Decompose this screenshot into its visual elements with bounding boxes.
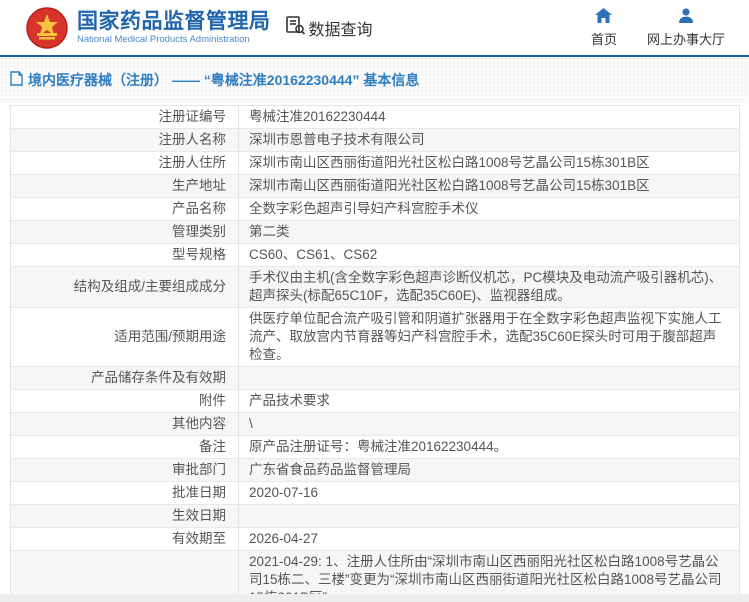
- document-icon: [10, 71, 23, 89]
- row-label-text: 批准日期: [172, 484, 226, 502]
- data-query-label: 数据查询: [309, 16, 373, 40]
- row-label-text: 管理类别: [172, 223, 226, 241]
- site-title-block: 国家药品监督管理局 National Medical Products Admi…: [77, 10, 271, 46]
- table-row: 有效期至 2026-04-27: [11, 528, 739, 551]
- row-label: 注册证编号: [11, 106, 239, 128]
- table-row: 生效日期: [11, 505, 739, 528]
- row-label-text: 适用范围/预期用途: [114, 328, 226, 346]
- row-label-text: 产品名称: [172, 200, 226, 218]
- row-label: 附件: [11, 390, 239, 412]
- row-value: [239, 367, 739, 389]
- row-label-text: 其他内容: [172, 415, 226, 433]
- row-label: 管理类别: [11, 221, 239, 243]
- row-label-text: 产品储存条件及有效期: [91, 369, 226, 387]
- bottom-strip: [0, 594, 749, 602]
- row-label: 适用范围/预期用途: [11, 308, 239, 366]
- row-label: 批准日期: [11, 482, 239, 504]
- row-label-text: 生效日期: [172, 507, 226, 525]
- row-label: 审批部门: [11, 459, 239, 481]
- row-value: \: [239, 413, 739, 435]
- nav-item-label: 首页: [591, 29, 617, 48]
- page: 国家药品监督管理局 National Medical Products Admi…: [0, 0, 749, 602]
- row-value: 第二类: [239, 221, 739, 243]
- table-row: 产品储存条件及有效期: [11, 367, 739, 390]
- table-row: 型号规格 CS60、CS61、CS62: [11, 244, 739, 267]
- row-label: 结构及组成/主要组成成分: [11, 267, 239, 307]
- row-value: 全数字彩色超声引导妇产科宫腔手术仪: [239, 198, 739, 220]
- nav-item-label: 网上办事大厅: [647, 29, 725, 48]
- row-label: 产品名称: [11, 198, 239, 220]
- row-label: 注册人住所: [11, 152, 239, 174]
- row-label: 生效日期: [11, 505, 239, 527]
- row-label: 备注: [11, 436, 239, 458]
- row-label-text: 型号规格: [172, 246, 226, 264]
- header: 国家药品监督管理局 National Medical Products Admi…: [0, 0, 749, 57]
- header-nav: 首页 网上办事大厅: [591, 8, 725, 48]
- registration-info-table: 注册证编号粤械注准20162230444注册人名称深圳市恩普电子技术有限公司注册…: [10, 105, 740, 602]
- row-value: 原产品注册证号：粤械注准20162230444。: [239, 436, 739, 458]
- national-emblem-icon: [26, 7, 68, 49]
- nav-item-home[interactable]: 首页: [591, 8, 617, 48]
- row-label-text: 备注: [199, 438, 226, 456]
- table-row: 结构及组成/主要组成成分手术仪由主机(含全数字彩色超声诊断仪机芯，PC模块及电动…: [11, 267, 739, 308]
- row-value: [239, 505, 739, 527]
- row-value: 深圳市恩普电子技术有限公司: [239, 129, 739, 151]
- row-label-text: 附件: [199, 392, 226, 410]
- row-label-text: 注册人名称: [159, 131, 227, 149]
- breadcrumb-bar: 境内医疗器械（注册） —— “粤械注准20162230444” 基本信息: [0, 57, 749, 103]
- row-value: 手术仪由主机(含全数字彩色超声诊断仪机芯，PC模块及电动流产吸引器机芯)、超声探…: [239, 267, 739, 307]
- table-row: 生产地址深圳市南山区西丽街道阳光社区松白路1008号艺晶公司15栋301B区: [11, 175, 739, 198]
- table-row: 审批部门广东省食品药品监督管理局: [11, 459, 739, 482]
- row-value: 广东省食品药品监督管理局: [239, 459, 739, 481]
- table-row: 产品名称全数字彩色超声引导妇产科宫腔手术仪: [11, 198, 739, 221]
- breadcrumb: 境内医疗器械（注册） —— “粤械注准20162230444” 基本信息: [10, 70, 419, 90]
- table-row: 管理类别第二类: [11, 221, 739, 244]
- row-value: 2026-04-27: [239, 528, 739, 550]
- site-subtitle: National Medical Products Administration: [77, 34, 271, 46]
- table-row: 其他内容 \: [11, 413, 739, 436]
- row-value: 粤械注准20162230444: [239, 106, 739, 128]
- row-label-text: 注册证编号: [159, 108, 227, 126]
- row-value: 供医疗单位配合流产吸引管和阴道扩张器用于在全数字彩色超声监视下实施人工流产、取放…: [239, 308, 739, 366]
- table-row: 批准日期 2020-07-16: [11, 482, 739, 505]
- row-label-text: 注册人住所: [159, 154, 227, 172]
- table-row: 附件产品技术要求: [11, 390, 739, 413]
- nav-item-service-hall[interactable]: 网上办事大厅: [647, 8, 725, 48]
- home-icon: [595, 8, 612, 26]
- row-label: 其他内容: [11, 413, 239, 435]
- row-label: 型号规格: [11, 244, 239, 266]
- row-value: CS60、CS61、CS62: [239, 244, 739, 266]
- row-label: 生产地址: [11, 175, 239, 197]
- row-label-text: 有效期至: [172, 530, 226, 548]
- data-query-tab[interactable]: 数据查询: [285, 15, 373, 41]
- breadcrumb-text: 境内医疗器械（注册） —— “粤械注准20162230444” 基本信息: [28, 70, 419, 90]
- row-label: 有效期至: [11, 528, 239, 550]
- row-label-text: 审批部门: [172, 461, 226, 479]
- row-value: 深圳市南山区西丽街道阳光社区松白路1008号艺晶公司15栋301B区: [239, 175, 739, 197]
- row-label: 产品储存条件及有效期: [11, 367, 239, 389]
- table-row: 注册人住所深圳市南山区西丽街道阳光社区松白路1008号艺晶公司15栋301B区: [11, 152, 739, 175]
- row-label-text: 生产地址: [172, 177, 226, 195]
- data-query-icon: [285, 15, 306, 41]
- table-row: 备注原产品注册证号：粤械注准20162230444。: [11, 436, 739, 459]
- site-title: 国家药品监督管理局: [77, 10, 271, 34]
- site-logo: 国家药品监督管理局 National Medical Products Admi…: [26, 7, 271, 49]
- table-row: 注册证编号粤械注准20162230444: [11, 106, 739, 129]
- table-row: 注册人名称深圳市恩普电子技术有限公司: [11, 129, 739, 152]
- row-value: 2020-07-16: [239, 482, 739, 504]
- row-label: 注册人名称: [11, 129, 239, 151]
- row-value: 产品技术要求: [239, 390, 739, 412]
- table-row: 适用范围/预期用途供医疗单位配合流产吸引管和阴道扩张器用于在全数字彩色超声监视下…: [11, 308, 739, 367]
- user-icon: [678, 8, 694, 26]
- row-label-text: 结构及组成/主要组成成分: [74, 278, 226, 296]
- row-value: 深圳市南山区西丽街道阳光社区松白路1008号艺晶公司15栋301B区: [239, 152, 739, 174]
